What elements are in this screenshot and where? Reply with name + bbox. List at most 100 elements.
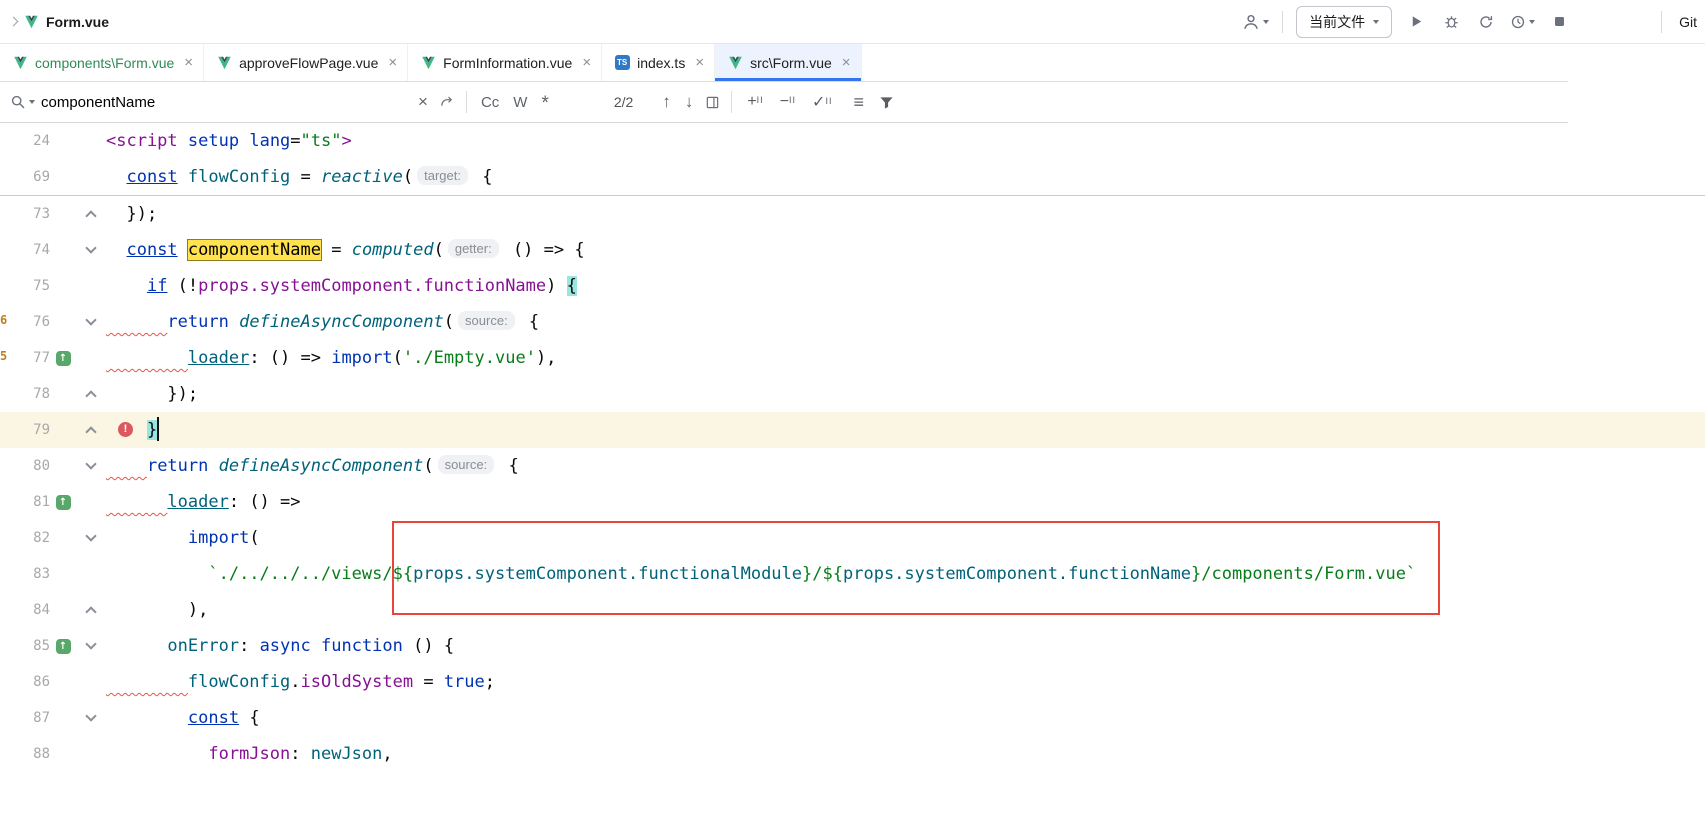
editor-tab[interactable]: components\Form.vue× (0, 44, 204, 81)
line-number[interactable]: 24 (0, 123, 50, 159)
code-text[interactable]: <script setup lang="ts"> (106, 123, 352, 159)
code-line[interactable]: 24 <script setup lang="ts"> (0, 123, 1705, 159)
remove-occurrence-button[interactable]: −II (772, 93, 804, 111)
search-input[interactable] (41, 94, 411, 111)
clear-search-icon[interactable]: × (411, 92, 435, 112)
breadcrumb-chevron-icon[interactable] (9, 17, 19, 27)
line-number[interactable]: 82 (0, 520, 50, 556)
code-line[interactable]: 80 return defineAsyncComponent(source: { (0, 448, 1705, 484)
newline-icon[interactable] (435, 90, 459, 114)
code-text[interactable]: formJson: newJson, (106, 736, 393, 772)
line-number[interactable]: 73 (0, 196, 50, 232)
line-number[interactable]: 77 (0, 340, 50, 376)
line-number[interactable]: 87 (0, 700, 50, 736)
code-line[interactable]: 75 if (!props.systemComponent.functionNa… (0, 268, 1705, 304)
fold-up-icon[interactable] (85, 210, 96, 221)
implementation-gutter-icon[interactable]: ↑ (56, 351, 71, 366)
run-configuration-button[interactable]: 当前文件 (1296, 6, 1392, 38)
code-text[interactable]: return defineAsyncComponent(source: { (106, 304, 539, 340)
code-text[interactable]: loader: () => (106, 484, 301, 520)
code-text[interactable]: if (!props.systemComponent.functionName)… (106, 268, 577, 304)
fold-up-icon[interactable] (85, 606, 96, 617)
code-text[interactable]: `./../../../views/${props.systemComponen… (106, 556, 1416, 592)
run-history-button[interactable] (1510, 11, 1535, 33)
code-line[interactable]: 81 ↑ loader: () => (0, 484, 1705, 520)
code-line[interactable]: 79 }! (0, 412, 1705, 448)
fold-down-icon[interactable] (85, 242, 96, 253)
user-account-icon[interactable] (1242, 11, 1269, 33)
code-line[interactable]: 74 const componentName = computed(getter… (0, 232, 1705, 268)
line-number[interactable]: 74 (0, 232, 50, 268)
error-gutter-icon[interactable]: ! (118, 422, 133, 437)
code-text[interactable]: ), (106, 592, 208, 628)
code-line[interactable]: 86 flowConfig.isOldSystem = true; (0, 664, 1705, 700)
code-line[interactable]: 88 formJson: newJson, (0, 736, 1705, 772)
code-text[interactable]: const { (106, 700, 260, 736)
open-in-tool-window-icon[interactable] (700, 90, 724, 114)
code-line[interactable]: 82 import( (0, 520, 1705, 556)
filter-search-icon[interactable] (875, 90, 899, 114)
regex-toggle[interactable]: * (534, 93, 555, 115)
tab-close-icon[interactable]: × (695, 54, 704, 71)
code-text[interactable]: flowConfig.isOldSystem = true; (106, 664, 495, 700)
line-number[interactable]: 81 (0, 484, 50, 520)
line-number[interactable]: 85 (0, 628, 50, 664)
tab-close-icon[interactable]: × (582, 54, 591, 71)
match-case-toggle[interactable]: Cc (474, 94, 506, 111)
fold-down-icon[interactable] (85, 638, 96, 649)
code-line[interactable]: 73 }); (0, 196, 1705, 232)
tab-close-icon[interactable]: × (184, 54, 193, 71)
previous-occurrence-button[interactable]: ↑ (655, 92, 678, 112)
select-all-occurrences-button[interactable]: ✓II (804, 92, 840, 112)
code-text[interactable]: import( (106, 520, 260, 556)
code-text[interactable]: const componentName = computed(getter: (… (106, 232, 585, 268)
line-number[interactable]: 69 (0, 159, 50, 195)
code-line[interactable]: 69 const flowConfig = reactive(target: { (0, 159, 1705, 195)
whole-words-toggle[interactable]: W (506, 94, 534, 111)
debug-button[interactable] (1440, 11, 1462, 33)
tab-close-icon[interactable]: × (388, 54, 397, 71)
code-text[interactable]: }); (106, 196, 157, 232)
tab-close-icon[interactable]: × (842, 54, 851, 71)
line-number[interactable]: 86 (0, 664, 50, 700)
search-options-icon[interactable]: ≡ (846, 92, 871, 113)
editor-tab[interactable]: src\Form.vue× (715, 44, 861, 81)
fold-up-icon[interactable] (85, 426, 96, 437)
line-number[interactable]: 83 (0, 556, 50, 592)
rerun-coverage-button[interactable] (1475, 11, 1497, 33)
code-line[interactable]: 84 ), (0, 592, 1705, 628)
line-number[interactable]: 84 (0, 592, 50, 628)
stop-button[interactable] (1548, 11, 1570, 33)
line-number[interactable]: 78 (0, 376, 50, 412)
code-text[interactable]: return defineAsyncComponent(source: { (106, 448, 519, 484)
code-text[interactable]: loader: () => import('./Empty.vue'), (106, 340, 556, 376)
code-line[interactable]: 83 `./../../../views/${props.systemCompo… (0, 556, 1705, 592)
editor-tab[interactable]: approveFlowPage.vue× (204, 44, 408, 81)
fold-up-icon[interactable] (85, 390, 96, 401)
code-line[interactable]: 78 }); (0, 376, 1705, 412)
code-text[interactable]: }); (106, 376, 198, 412)
code-line[interactable]: 85 ↑ onError: async function () { (0, 628, 1705, 664)
code-text[interactable]: const flowConfig = reactive(target: { (106, 159, 492, 195)
line-number[interactable]: 79 (0, 412, 50, 448)
search-icon[interactable] (10, 90, 35, 114)
editor-tab[interactable]: TSindex.ts× (602, 44, 715, 81)
next-occurrence-button[interactable]: ↓ (678, 92, 701, 112)
line-number[interactable]: 80 (0, 448, 50, 484)
run-button[interactable] (1405, 11, 1427, 33)
line-number[interactable]: 76 (0, 304, 50, 340)
fold-down-icon[interactable] (85, 530, 96, 541)
fold-down-icon[interactable] (85, 710, 96, 721)
line-number[interactable]: 88 (0, 736, 50, 772)
editor-tab[interactable]: FormInformation.vue× (408, 44, 602, 81)
line-number[interactable]: 75 (0, 268, 50, 304)
implementation-gutter-icon[interactable]: ↑ (56, 639, 71, 654)
code-line[interactable]: 87 const { (0, 700, 1705, 736)
code-text[interactable]: onError: async function () { (106, 628, 454, 664)
fold-down-icon[interactable] (85, 458, 96, 469)
code-line[interactable]: 76 return defineAsyncComponent(source: { (0, 304, 1705, 340)
fold-down-icon[interactable] (85, 314, 96, 325)
add-occurrence-button[interactable]: +II (739, 93, 771, 111)
git-toolwindow-button[interactable]: Git (1679, 14, 1697, 30)
implementation-gutter-icon[interactable]: ↑ (56, 495, 71, 510)
